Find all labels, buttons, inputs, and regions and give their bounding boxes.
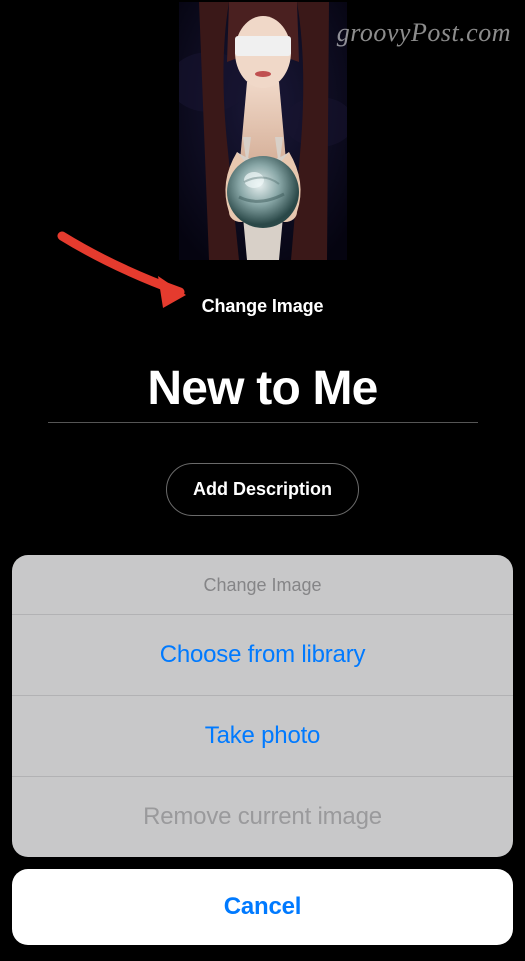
change-image-label[interactable]: Change Image [202,296,324,317]
choose-from-library-button[interactable]: Choose from library [12,615,513,696]
playlist-title-field[interactable]: New to Me [48,361,478,423]
remove-current-image-button[interactable]: Remove current image [12,777,513,857]
playlist-cover-image[interactable] [179,2,347,260]
cancel-button[interactable]: Cancel [12,869,513,945]
playlist-title-text: New to Me [48,361,478,416]
action-sheet: Change Image Choose from library Take ph… [12,555,513,857]
watermark-text: groovyPost.com [337,18,511,48]
add-description-button[interactable]: Add Description [166,463,359,516]
take-photo-button[interactable]: Take photo [12,696,513,777]
annotation-arrow [54,228,204,318]
action-sheet-title: Change Image [12,555,513,615]
